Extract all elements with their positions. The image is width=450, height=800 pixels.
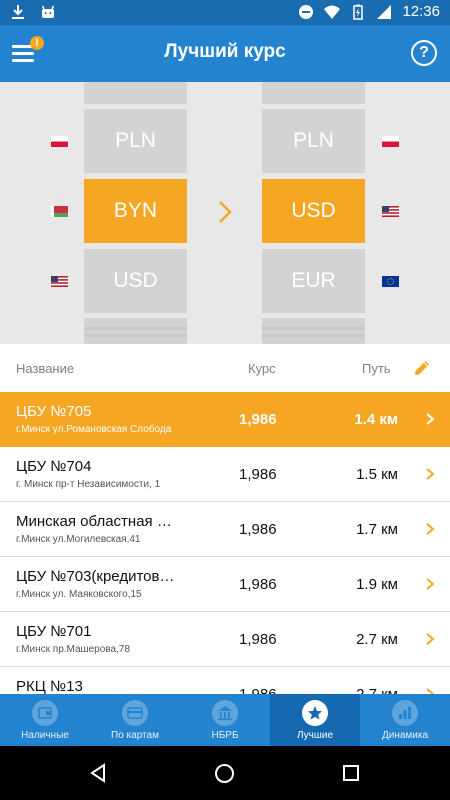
- tab-best[interactable]: Лучшие: [270, 694, 360, 746]
- system-navigation-bar: [0, 746, 450, 800]
- tab-nbrb[interactable]: НБРБ: [180, 694, 270, 746]
- signal-icon: [377, 4, 392, 19]
- status-time: 12:36: [402, 3, 440, 20]
- tab-dynamics-label: Динамика: [381, 730, 429, 741]
- tab-cards[interactable]: По картам: [90, 694, 180, 746]
- from-currency-below[interactable]: USD: [84, 249, 187, 313]
- card-icon: [122, 700, 148, 726]
- table-row[interactable]: ЦБУ №704 г. Минск пр-т Независимости, 1 …: [0, 447, 450, 502]
- branch-name: ЦБУ №703(кредитование): [16, 568, 176, 585]
- branch-distance: 1.4 км: [354, 411, 398, 428]
- chart-icon: [392, 700, 418, 726]
- wifi-icon: [324, 5, 341, 19]
- chevron-right-icon: [426, 578, 435, 590]
- branch-rate: 1,986: [239, 631, 277, 648]
- edit-pencil-icon[interactable]: [412, 358, 432, 378]
- branch-rate: 1,986: [239, 411, 277, 428]
- table-header: Название Курс Путь: [0, 344, 450, 392]
- branch-distance: 1.5 км: [356, 466, 398, 483]
- branch-rate: 1,986: [239, 576, 277, 593]
- branch-rate: 1,986: [239, 686, 277, 694]
- branch-rate: 1,986: [239, 466, 277, 483]
- app-bar: ! Лучший курс ?: [0, 25, 450, 82]
- usa-flag-icon: [382, 206, 399, 217]
- do-not-disturb-icon: [299, 4, 314, 19]
- home-icon[interactable]: [214, 763, 235, 784]
- branch-name: ЦБУ №701: [16, 623, 92, 640]
- branch-distance: 1.9 км: [356, 576, 398, 593]
- chevron-right-icon: [426, 468, 435, 480]
- download-icon: [12, 5, 24, 19]
- star-icon: [302, 700, 328, 726]
- chevron-right-icon: [426, 688, 435, 694]
- branch-address: г.Минск ул.Могилевская,41: [16, 534, 141, 545]
- to-currency-wheel[interactable]: PLN USD EUR: [262, 82, 365, 344]
- status-bar: 12:36: [0, 0, 450, 25]
- convert-arrow-icon: [219, 201, 232, 223]
- eu-flag-icon: [382, 276, 399, 287]
- branch-list: ЦБУ №705 г.Минск ул.Романовская Слобода …: [0, 392, 450, 694]
- belarus-flag-icon: [51, 206, 68, 217]
- chevron-right-icon: [426, 523, 435, 535]
- wallet-icon: [32, 700, 58, 726]
- battery-icon: [353, 4, 364, 20]
- to-currency-selected[interactable]: USD: [262, 179, 365, 243]
- column-header-name[interactable]: Название: [16, 361, 74, 376]
- recents-icon[interactable]: [342, 764, 360, 782]
- column-header-rate[interactable]: Курс: [248, 361, 276, 376]
- branch-name: РКЦ №13: [16, 678, 83, 694]
- to-currency-above[interactable]: PLN: [262, 109, 365, 173]
- branch-name: Минская областная дирекция: [16, 513, 176, 530]
- from-currency-wheel[interactable]: PLN BYN USD: [84, 82, 187, 344]
- from-currency-above[interactable]: PLN: [84, 109, 187, 173]
- table-row[interactable]: РКЦ №13 1,986 2.7 км: [0, 667, 450, 694]
- tab-nbrb-label: НБРБ: [211, 730, 239, 741]
- branch-distance: 2.7 км: [320, 686, 398, 694]
- branch-name: ЦБУ №704: [16, 458, 92, 475]
- table-row[interactable]: ЦБУ №703(кредитование) г.Минск ул. Маяко…: [0, 557, 450, 612]
- branch-rate: 1,986: [239, 521, 277, 538]
- branch-address: г.Минск ул.Романовская Слобода: [16, 424, 172, 435]
- tab-cards-label: По картам: [111, 730, 159, 741]
- bank-icon: [212, 700, 238, 726]
- page-title: Лучший курс: [164, 41, 286, 62]
- from-currency-selected[interactable]: BYN: [84, 179, 187, 243]
- tab-dynamics[interactable]: Динамика: [360, 694, 450, 746]
- branch-address: г.Минск пр.Машерова,78: [16, 644, 130, 655]
- usa-flag-icon: [51, 276, 68, 287]
- branch-address: г.Минск ул. Маяковского,15: [16, 589, 142, 600]
- to-currency-below[interactable]: EUR: [262, 249, 365, 313]
- currency-picker: PLN BYN USD PLN USD EUR: [0, 82, 450, 344]
- android-icon: [41, 5, 55, 18]
- table-row[interactable]: ЦБУ №705 г.Минск ул.Романовская Слобода …: [0, 392, 450, 447]
- branch-distance: 2.7 км: [356, 631, 398, 648]
- bottom-navigation: Наличные По картам НБРБ Лучшие Динамика: [0, 694, 450, 746]
- branch-address: г. Минск пр-т Независимости, 1: [16, 479, 161, 490]
- table-row[interactable]: Минская областная дирекция г.Минск ул.Мо…: [0, 502, 450, 557]
- chevron-right-icon: [426, 633, 435, 645]
- table-row[interactable]: ЦБУ №701 г.Минск пр.Машерова,78 1,986 2.…: [0, 612, 450, 667]
- back-icon[interactable]: [88, 763, 108, 783]
- poland-flag-icon: [382, 136, 399, 147]
- column-header-path[interactable]: Путь: [362, 361, 391, 376]
- poland-flag-icon: [51, 136, 68, 147]
- branch-name: ЦБУ №705: [16, 403, 92, 420]
- help-button[interactable]: ?: [411, 40, 437, 66]
- tab-cash[interactable]: Наличные: [0, 694, 90, 746]
- branch-distance: 1.7 км: [356, 521, 398, 538]
- chevron-right-icon: [426, 413, 435, 425]
- tab-best-label: Лучшие: [296, 730, 334, 741]
- tab-cash-label: Наличные: [21, 730, 69, 741]
